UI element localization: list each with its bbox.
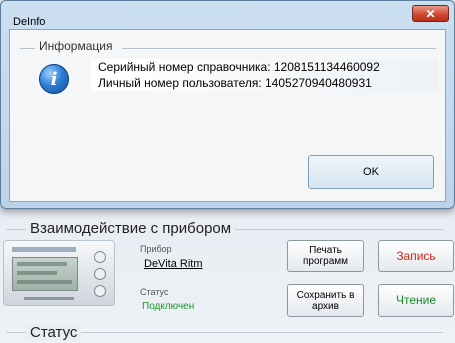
close-button[interactable]: ✕ xyxy=(412,5,449,22)
read-button[interactable]: Чтение xyxy=(378,284,454,317)
device-base xyxy=(24,297,74,300)
device-button-down xyxy=(94,285,106,297)
device-top-bar xyxy=(12,247,76,252)
interaction-group-title: Взаимодействие с прибором xyxy=(26,220,236,237)
device-button-up xyxy=(94,251,106,263)
ok-button-label: OK xyxy=(363,166,379,178)
info-group-title: Информация xyxy=(35,39,117,53)
ok-button[interactable]: OK xyxy=(308,155,434,189)
device-name-link[interactable]: DeVita Ritm xyxy=(144,258,202,270)
save-to-archive-button-label: Сохранить в архив xyxy=(296,289,355,312)
info-icon: i xyxy=(39,64,69,94)
close-icon: ✕ xyxy=(425,6,436,21)
info-group-line-right xyxy=(122,48,436,49)
print-programs-button[interactable]: Печать программ xyxy=(287,240,364,272)
record-button-label: Запись xyxy=(396,248,436,263)
print-programs-button-label: Печать программ xyxy=(302,245,349,267)
read-button-label: Чтение xyxy=(395,293,437,307)
status-group-title: Статус xyxy=(26,324,82,341)
dialog-title: DeInfo xyxy=(13,16,46,28)
device-screen xyxy=(12,257,78,291)
user-number-text: Личный номер пользователя: 1405270940480… xyxy=(98,76,372,90)
status-value: Подключен xyxy=(142,301,195,312)
status-label: Статус xyxy=(140,287,169,297)
info-dialog: DeInfo ✕ Информация i Серийный номер спр… xyxy=(0,0,455,209)
info-group-line-left xyxy=(20,48,36,49)
device-label: Прибор xyxy=(140,244,172,254)
save-to-archive-button[interactable]: Сохранить в архив xyxy=(287,284,364,317)
device-button-mid xyxy=(94,268,106,280)
record-button[interactable]: Запись xyxy=(378,240,454,272)
device-image xyxy=(3,240,115,306)
serial-number-text: Серийный номер справочника: 120815113446… xyxy=(98,60,380,74)
